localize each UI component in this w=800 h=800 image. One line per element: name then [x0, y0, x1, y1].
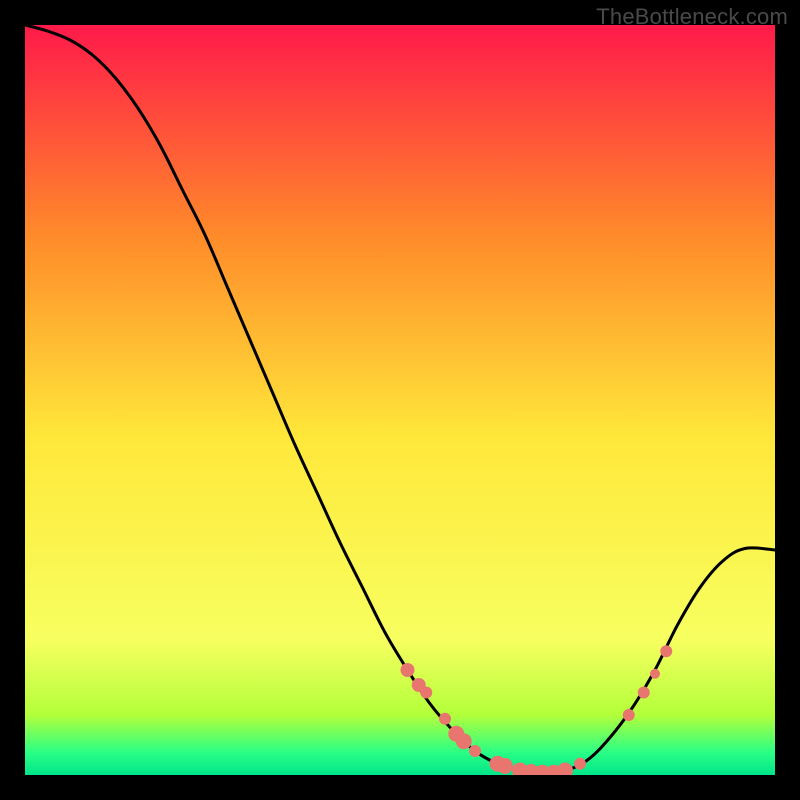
chart-svg [25, 25, 775, 775]
curve-marker [401, 663, 415, 677]
curve-marker [638, 687, 650, 699]
curve-marker [623, 709, 635, 721]
curve-marker [660, 645, 672, 657]
curve-marker [439, 713, 451, 725]
curve-marker [574, 758, 586, 770]
curve-marker [497, 758, 513, 774]
watermark-text: TheBottleneck.com [596, 4, 788, 30]
curve-marker [456, 733, 472, 749]
plot-area [25, 25, 775, 775]
curve-marker [469, 745, 481, 757]
curve-marker [420, 687, 432, 699]
curve-marker [650, 669, 660, 679]
chart-frame: TheBottleneck.com [0, 0, 800, 800]
gradient-background [25, 25, 775, 775]
